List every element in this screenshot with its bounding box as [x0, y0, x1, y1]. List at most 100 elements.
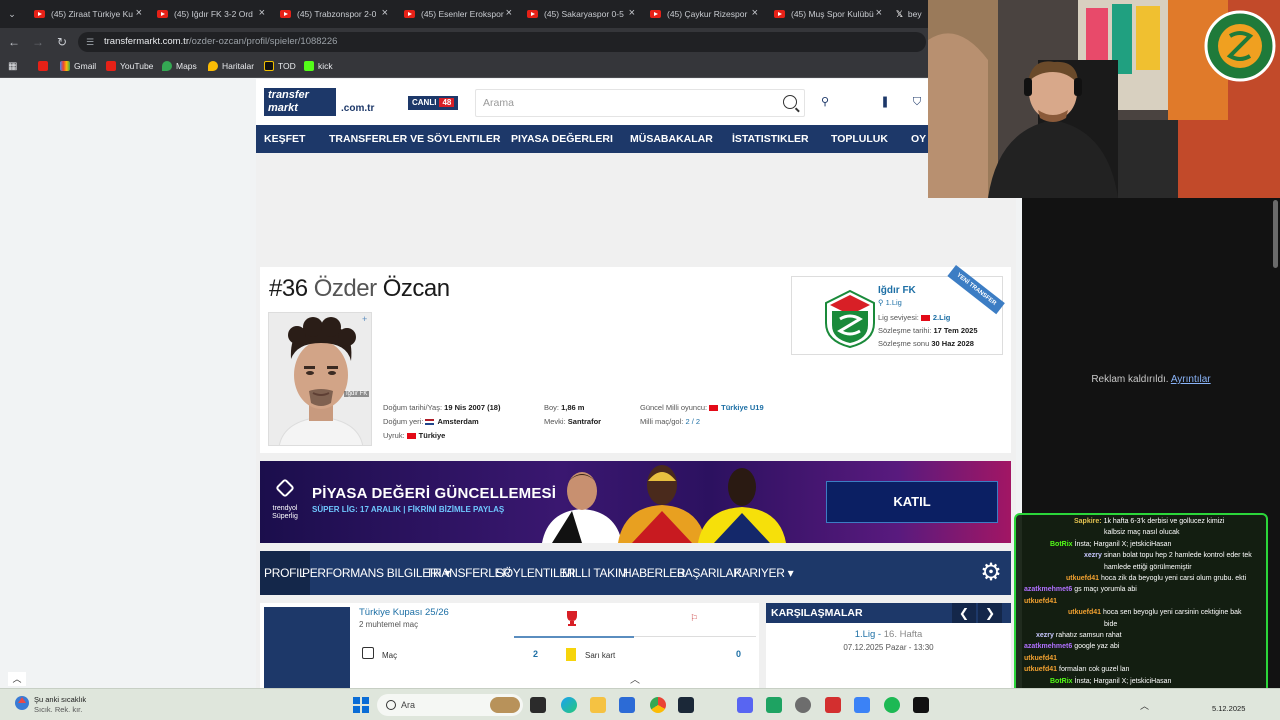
subnav-national-team[interactable]: MILLI TAKIM — [562, 551, 628, 595]
task-view-icon[interactable] — [530, 697, 546, 713]
app-icon[interactable] — [766, 697, 782, 713]
url-host: transfermarkt.com.tr — [104, 36, 189, 47]
chat-username[interactable]: BotRix — [1050, 678, 1075, 685]
file-explorer-icon[interactable] — [590, 697, 606, 713]
search-icon[interactable] — [783, 95, 797, 109]
close-tab-icon[interactable]: × — [629, 7, 635, 19]
chrome-icon[interactable] — [650, 697, 666, 713]
windows-start-icon[interactable] — [353, 697, 369, 713]
chat-username[interactable]: azatkmehmet6 — [1024, 586, 1074, 593]
nav-transfers[interactable]: TRANSFERLER VE SÖYLENTILER — [329, 125, 501, 153]
tab[interactable]: (45) Çaykur Rizespor × — [642, 4, 760, 24]
tray-chevron-icon[interactable]: ︿ — [1140, 699, 1149, 712]
scroll-to-top-icon[interactable]: ︿ — [622, 673, 648, 688]
nav-more[interactable]: OY — [911, 125, 926, 153]
url-path: /ozder-ozcan/profil/spieler/1088226 — [189, 36, 338, 47]
steam-icon[interactable] — [678, 697, 694, 713]
subnav-news[interactable]: HABERLER — [623, 551, 686, 595]
nav-community[interactable]: TOPLULUK — [831, 125, 888, 153]
player-photo[interactable] — [268, 312, 372, 446]
search-highlight-icon[interactable] — [490, 697, 520, 713]
close-tab-icon[interactable]: × — [382, 7, 388, 19]
nav-competitions[interactable]: MÜSABAKALAR — [630, 125, 713, 153]
close-tab-icon[interactable]: × — [506, 7, 512, 19]
notepad-icon[interactable] — [854, 697, 870, 713]
market-value-banner[interactable]: trendyol Süperlig PİYASA DEĞERİ GÜNCELLE… — [260, 461, 1011, 543]
tab[interactable]: (45) Muş Spor Kulübü × — [766, 4, 884, 24]
turkish-cup-icon[interactable] — [564, 609, 580, 627]
nav-market-values[interactable]: PIYASA DEĞERLERI — [511, 125, 613, 153]
tab[interactable]: (45) Sakaryaspor 0-5 × — [519, 4, 637, 24]
chat-username[interactable]: utkuefd41 — [1068, 609, 1103, 616]
settings-icon[interactable] — [795, 697, 811, 713]
chat-username[interactable]: utkuefd41 — [1024, 666, 1059, 673]
address-bar[interactable]: transfermarkt.com.tr/ozder-ozcan/profil/… — [78, 32, 926, 52]
tab[interactable]: (45) Iğdır FK 3-2 Ord × — [149, 4, 267, 24]
bookmark-youtube[interactable]: YouTube — [106, 61, 153, 71]
weather-widget[interactable]: Şu anki sıcaklık Sıcık. Rek. kır. — [34, 695, 86, 715]
taskbar-date[interactable]: 5.12.2025 — [1212, 704, 1245, 713]
collapse-icon[interactable]: ︿ — [8, 672, 26, 686]
bookmark-gmail[interactable]: Gmail — [60, 61, 96, 71]
bookmark-haritalar[interactable]: Haritalar — [208, 61, 254, 71]
chat-username[interactable]: BotRix — [1050, 541, 1075, 548]
close-tab-icon[interactable]: × — [259, 7, 265, 19]
join-button[interactable]: KATIL — [826, 481, 998, 523]
add-photo-icon[interactable]: + — [362, 314, 367, 324]
search-input[interactable]: Arama — [475, 89, 805, 117]
chat-username[interactable]: utkuefd41 — [1024, 598, 1057, 605]
chat-username[interactable]: xezry — [1084, 552, 1104, 559]
subnav-career[interactable]: KARIYER ▾ — [734, 551, 794, 595]
tab[interactable]: 𝕏bey — [888, 4, 930, 24]
matches-value[interactable]: 2 — [533, 649, 538, 659]
back-icon[interactable]: ← — [6, 34, 22, 50]
spotify-icon[interactable] — [884, 697, 900, 713]
settings-gear-icon[interactable]: ⚙ — [978, 560, 1004, 586]
trendyol-logo-icon — [275, 478, 295, 498]
chat-username[interactable]: xezry — [1036, 632, 1056, 639]
competition-link[interactable]: Türkiye Kupası 25/26 — [359, 607, 449, 618]
bookmark-tod[interactable]: TOD — [264, 61, 296, 71]
next-match-button[interactable]: ❯ — [978, 603, 1002, 623]
app-icon[interactable] — [913, 697, 929, 713]
nav-statistics[interactable]: İSTATISTIKLER — [732, 125, 809, 153]
close-tab-icon[interactable]: × — [876, 7, 882, 19]
obs-icon[interactable] — [825, 697, 841, 713]
panel-scrollbar[interactable] — [1273, 200, 1278, 268]
store-icon[interactable] — [619, 697, 635, 713]
club-league-link[interactable]: ⚲ 1.Lig — [878, 298, 902, 307]
close-tab-icon[interactable]: × — [752, 7, 758, 19]
subnav-achievements[interactable]: BAŞARILAR — [677, 551, 742, 595]
user-search-icon[interactable]: ⚲ — [818, 95, 832, 109]
shield-icon[interactable]: ⛉ — [910, 95, 924, 109]
bookmark-kick[interactable]: kick — [304, 61, 333, 71]
tab-search-icon[interactable]: ⌄ — [4, 6, 20, 22]
club-name-link[interactable]: Iğdır FK — [878, 285, 916, 296]
nav-kesfet[interactable]: KEŞFET — [264, 125, 305, 153]
chat-username[interactable]: utkuefd41 — [1066, 575, 1101, 582]
youtube-icon — [38, 61, 48, 71]
edge-icon[interactable] — [561, 697, 577, 713]
live-scores-button[interactable]: CANLI 48 — [408, 96, 458, 110]
bookmark-maps[interactable]: Maps — [162, 61, 197, 71]
discord-icon[interactable] — [737, 697, 753, 713]
forward-icon[interactable]: → — [30, 34, 46, 50]
tab[interactable]: (45) Ziraat Türkiye Ku × — [26, 4, 144, 24]
previous-match-button[interactable]: ❮ — [952, 603, 976, 623]
chat-username[interactable]: azatkmehmet6 — [1024, 643, 1074, 650]
transfermarkt-logo[interactable]: transfer markt — [264, 88, 336, 116]
details-link[interactable]: Ayrıntılar — [1171, 374, 1211, 385]
chat-username[interactable]: utkuefd41 — [1024, 655, 1057, 662]
close-tab-icon[interactable]: × — [136, 7, 142, 19]
tab[interactable]: (45) Trabzonspor 2-0 × — [272, 4, 390, 24]
tab[interactable]: (45) Esenler Erokspor × — [396, 4, 514, 24]
bookmark-icon[interactable]: ❚ — [878, 95, 892, 109]
site-info-icon[interactable]: ☰ — [86, 37, 96, 47]
bookmark-youtube-shortcut[interactable] — [38, 61, 48, 71]
club-crest[interactable] — [822, 289, 878, 349]
chat-username[interactable]: Sapkire: — [1074, 518, 1104, 525]
weather-icon[interactable] — [14, 695, 30, 711]
competition-tab-icon[interactable]: ⚐ — [690, 613, 700, 623]
reload-icon[interactable]: ↻ — [54, 34, 70, 50]
apps-icon[interactable]: ▦ — [8, 61, 17, 72]
